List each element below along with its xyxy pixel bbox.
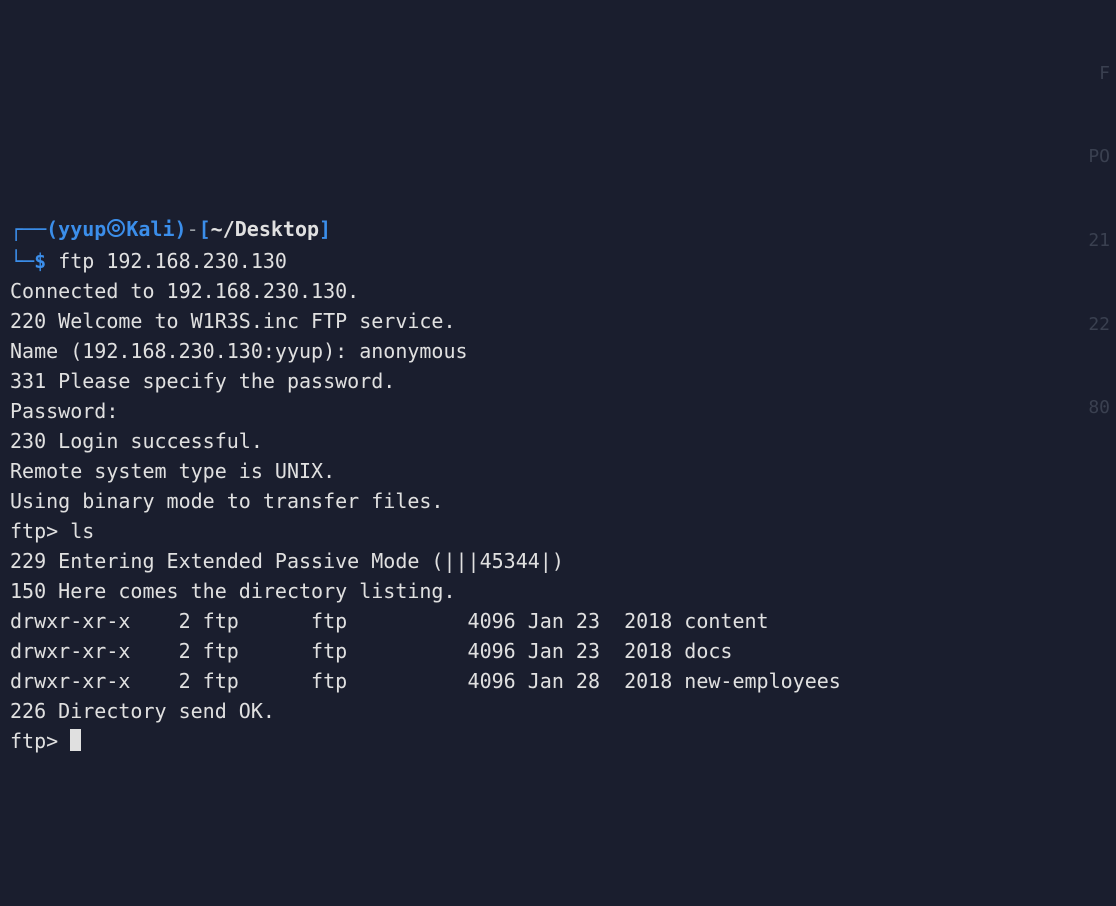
listing-row: drwxr-xr-x 2 ftp ftp 4096 Jan 28 2018 ne… [10, 669, 841, 693]
paren-close: ) [175, 217, 187, 241]
cursor [70, 729, 81, 751]
prompt-user: yyup [58, 217, 106, 241]
output-line: 220 Welcome to W1R3S.inc FTP service. [10, 309, 456, 333]
output-line: Using binary mode to transfer files. [10, 489, 443, 513]
output-line: Remote system type is UNIX. [10, 459, 335, 483]
output-line: 150 Here comes the directory listing. [10, 579, 456, 603]
brack-close: ] [319, 217, 331, 241]
output-line: 229 Entering Extended Passive Mode (|||4… [10, 549, 564, 573]
output-line: Connected to 192.168.230.130. [10, 279, 359, 303]
paren-open: ( [46, 217, 58, 241]
brack-open: [ [199, 217, 211, 241]
output-line: Password: [10, 399, 118, 423]
output-line: 331 Please specify the password. [10, 369, 395, 393]
prompt-dash: - [187, 217, 199, 241]
terminal[interactable]: ┌──(yyup Kali)-[~/Desktop] └─$ ftp 192.16… [10, 184, 1106, 756]
prompt-cwd: ~/Desktop [211, 217, 319, 241]
ghost-line: F [1088, 60, 1110, 88]
prompt-dollar: $ [34, 249, 46, 273]
output-line: 230 Login successful. [10, 429, 263, 453]
output-line: Name (192.168.230.130:yyup): anonymous [10, 339, 468, 363]
at-circle-icon [106, 216, 126, 246]
listing-row: drwxr-xr-x 2 ftp ftp 4096 Jan 23 2018 co… [10, 609, 769, 633]
ftp-prompt[interactable]: ftp> [10, 729, 70, 753]
ftp-prompt[interactable]: ftp> ls [10, 519, 94, 543]
command-input[interactable]: ftp 192.168.230.130 [58, 249, 287, 273]
ghost-line: PO [1088, 143, 1110, 171]
output-line: 226 Directory send OK. [10, 699, 275, 723]
prompt-box-tl: ┌── [10, 217, 46, 241]
prompt-box-bl: └─ [10, 249, 34, 273]
prompt-host: Kali [126, 217, 174, 241]
listing-row: drwxr-xr-x 2 ftp ftp 4096 Jan 23 2018 do… [10, 639, 732, 663]
